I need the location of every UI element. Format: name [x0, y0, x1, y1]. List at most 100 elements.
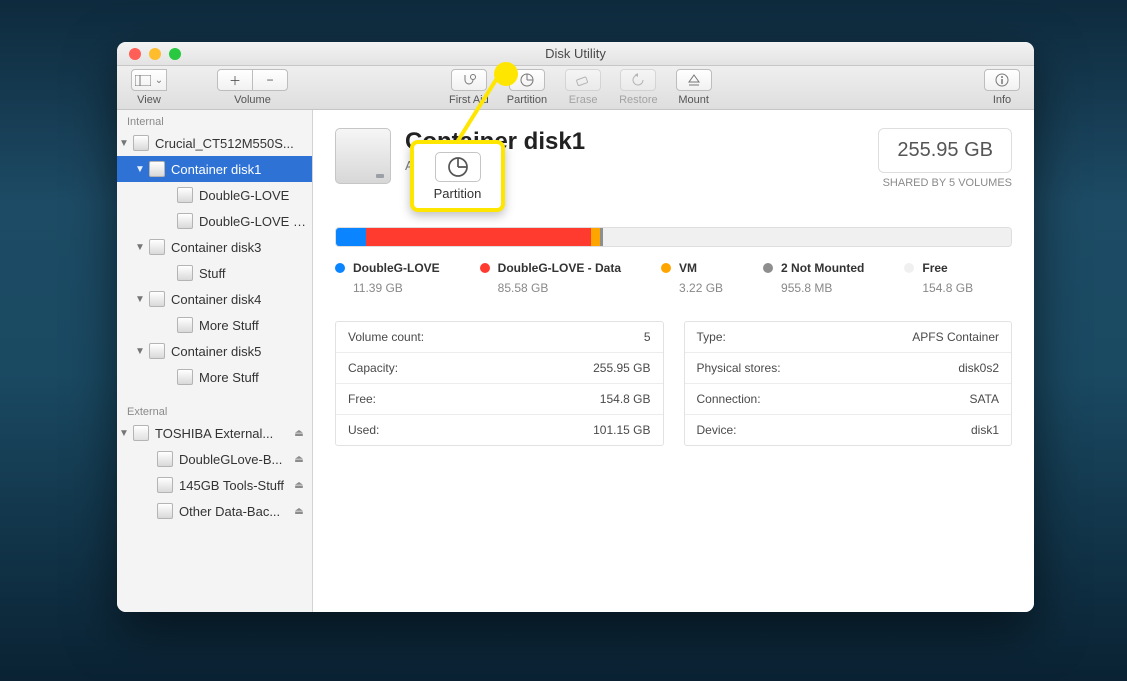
sidebar-section-internal: Internal: [117, 110, 312, 130]
info-tables: Volume count:5 Capacity: 255.95 GB Free:154…: [335, 321, 1012, 446]
legend-name: DoubleG-LOVE: [353, 261, 440, 275]
callout-partition-icon: [435, 152, 481, 182]
info-row: Free:154.8 GB: [336, 384, 663, 415]
view-button[interactable]: ⌄: [131, 69, 167, 91]
first-aid-button[interactable]: [451, 69, 487, 91]
info-row: Connection: SATA: [685, 384, 1012, 415]
legend-item: DoubleG-LOVE - Data85.58 GB: [480, 261, 621, 295]
info-key: Free:: [348, 392, 376, 406]
disk-icon: [133, 135, 149, 151]
info-key: Used:: [348, 423, 379, 437]
info-table-left: Volume count:5 Capacity: 255.95 GB Free:154…: [335, 321, 664, 446]
info-group: Info: [984, 69, 1020, 106]
mount-icon: [687, 73, 701, 87]
sidebar-item-physical-disk[interactable]: ▼Crucial_CT512M550S...: [117, 130, 312, 156]
volume-caption: Volume: [234, 94, 271, 106]
eject-icon[interactable]: ⏏: [292, 426, 306, 440]
info-key: Device:: [697, 423, 737, 437]
disk-utility-window: Disk Utility ⌄ View ＋ − Volume: [117, 42, 1034, 612]
info-value: SATA: [969, 392, 999, 406]
disk-size: 255.95 GB: [878, 128, 1012, 173]
info-row: Physical stores: disk0s2: [685, 353, 1012, 384]
sidebar-item-volume[interactable]: DoubleG-LOVE: [117, 182, 312, 208]
erase-group: Erase: [565, 69, 601, 106]
info-value: 5: [644, 330, 651, 344]
disk-icon: [149, 239, 165, 255]
legend-swatch: [763, 263, 773, 273]
info-value: disk1: [971, 423, 999, 437]
legend-name: 2 Not Mounted: [781, 261, 864, 275]
legend-size: 154.8 GB: [922, 281, 973, 295]
legend-size: 85.58 GB: [498, 281, 621, 295]
view-caption: View: [137, 94, 161, 106]
legend-size: 955.8 MB: [781, 281, 864, 295]
legend-size: 11.39 GB: [353, 281, 440, 295]
legend-item: 2 Not Mounted 955.8 MB: [763, 261, 864, 295]
sidebar-item-volume[interactable]: More Stuff: [117, 364, 312, 390]
volume-group: ＋ − Volume: [217, 69, 288, 106]
legend-item: DoubleG-LOVE 11.39 GB: [335, 261, 440, 295]
pie-icon: [447, 156, 469, 178]
sidebar-item-external-disk[interactable]: ▼TOSHIBA External...⏏: [117, 420, 312, 446]
sidebar-item-volume[interactable]: 145GB Tools-Stuff⏏: [117, 472, 312, 498]
disk-icon: [157, 503, 173, 519]
sidebar-item-container-disk4[interactable]: ▼Container disk4: [117, 286, 312, 312]
sidebar-item-volume[interactable]: Other Data-Bac...⏏: [117, 498, 312, 524]
info-key: Type:: [697, 330, 726, 344]
info-row: Capacity: 255.95 GB: [336, 353, 663, 384]
legend-name: Free: [922, 261, 947, 275]
disk-icon: [177, 213, 193, 229]
add-volume-button[interactable]: ＋: [217, 69, 253, 91]
view-group: ⌄ View: [131, 69, 167, 106]
sidebar-item-container-disk3[interactable]: ▼Container disk3: [117, 234, 312, 260]
sidebar-icon: [135, 75, 151, 86]
callout-label: Partition: [434, 186, 482, 201]
sidebar-item-volume[interactable]: More Stuff: [117, 312, 312, 338]
legend-swatch: [480, 263, 490, 273]
toolbar: ⌄ View ＋ − Volume First Aid: [117, 66, 1034, 110]
usage-bar: [335, 227, 1012, 247]
shared-volumes: SHARED BY 5 VOLUMES: [878, 177, 1012, 189]
info-row: Type:APFS Container: [685, 322, 1012, 353]
sidebar-item-volume[interactable]: Stuff: [117, 260, 312, 286]
titlebar[interactable]: Disk Utility: [117, 42, 1034, 66]
remove-volume-button[interactable]: −: [252, 69, 288, 91]
sidebar-item-container-disk1[interactable]: ▼Container disk1: [117, 156, 312, 182]
annotation-callout: Partition: [410, 140, 505, 212]
stethoscope-icon: [461, 73, 477, 87]
info-row: Volume count:5: [336, 322, 663, 353]
usage-segment: [603, 228, 1011, 246]
eject-icon[interactable]: ⏏: [292, 478, 306, 492]
info-key: Physical stores:: [697, 361, 781, 375]
info-value: 255.95 GB: [593, 361, 650, 375]
usage-segment: [336, 228, 366, 246]
info-value: disk0s2: [958, 361, 999, 375]
legend-item: VM3.22 GB: [661, 261, 723, 295]
sidebar-item-container-disk5[interactable]: ▼Container disk5: [117, 338, 312, 364]
mount-group: Mount: [676, 69, 712, 106]
usage-segment: [591, 228, 600, 246]
restore-group: Restore: [619, 69, 658, 106]
info-key: Connection:: [697, 392, 761, 406]
info-table-right: Type:APFS Container Physical stores: disk0…: [684, 321, 1013, 446]
sidebar-item-volume[interactable]: DoubleG-LOVE -...: [117, 208, 312, 234]
usage-legend: DoubleG-LOVE 11.39 GB DoubleG-LOVE - Data8…: [335, 261, 1012, 295]
disk-icon: [149, 291, 165, 307]
eject-icon[interactable]: ⏏: [292, 504, 306, 518]
legend-size: 3.22 GB: [679, 281, 723, 295]
disk-icon: [177, 317, 193, 333]
restore-icon: [631, 73, 645, 87]
info-button[interactable]: [984, 69, 1020, 91]
disk-icon: [177, 369, 193, 385]
eject-icon[interactable]: ⏏: [292, 452, 306, 466]
legend-swatch: [904, 263, 914, 273]
restore-button[interactable]: [620, 69, 656, 91]
erase-button[interactable]: [565, 69, 601, 91]
disk-icon: [149, 343, 165, 359]
sidebar-item-volume[interactable]: DoubleGLove-B...⏏: [117, 446, 312, 472]
pie-icon: [520, 73, 534, 87]
mount-button[interactable]: [676, 69, 712, 91]
info-key: Capacity:: [348, 361, 398, 375]
info-row: Device: disk1: [685, 415, 1012, 445]
external-disk-icon: [133, 425, 149, 441]
